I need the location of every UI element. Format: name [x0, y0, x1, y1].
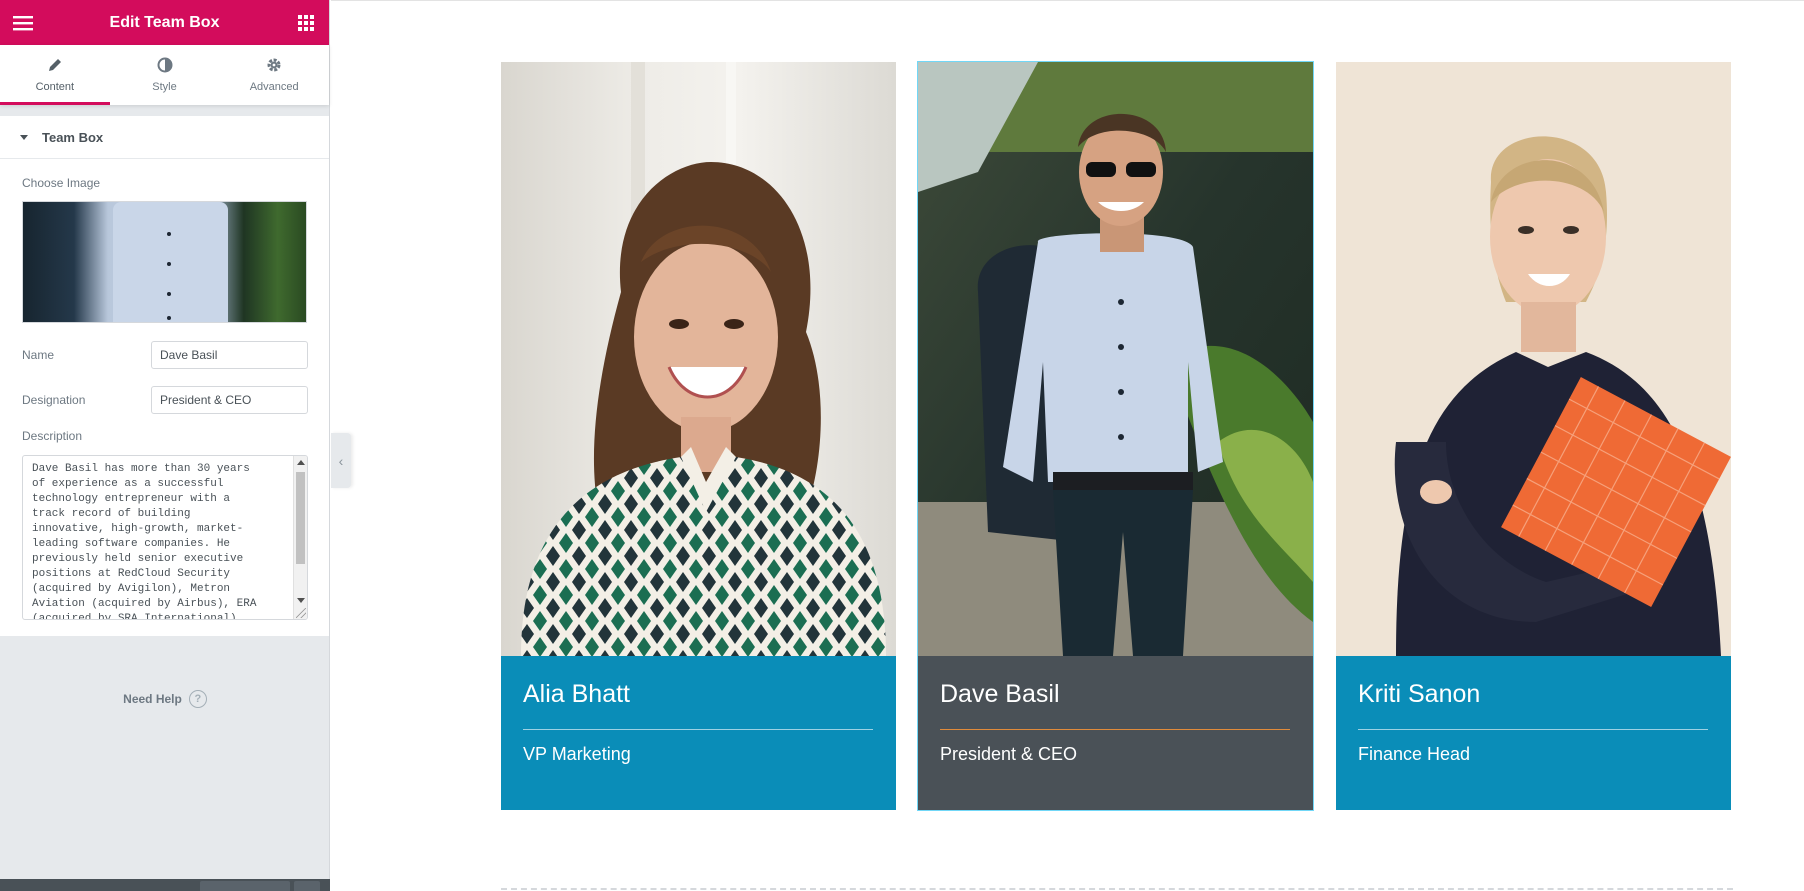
canvas-top-border: [331, 0, 1804, 1]
designation-label: Designation: [22, 393, 86, 407]
divider: [1358, 729, 1708, 730]
tab-content[interactable]: Content: [0, 45, 110, 105]
team-member-name: Kriti Sanon: [1358, 680, 1481, 708]
scroll-up-icon[interactable]: [297, 460, 305, 465]
team-member-name: Dave Basil: [940, 680, 1060, 708]
name-label: Name: [22, 348, 55, 362]
divider: [523, 729, 873, 730]
designation-field[interactable]: [151, 386, 308, 414]
team-card-selected[interactable]: Dave Basil President & CEO: [917, 61, 1314, 811]
pencil-icon: [47, 55, 63, 75]
collapse-arrow-icon: ‹: [338, 452, 344, 469]
team-photo: [918, 62, 1313, 656]
description-scrollbar[interactable]: [293, 456, 307, 619]
team-photo: [501, 62, 896, 656]
widgets-grid-icon[interactable]: [295, 12, 317, 34]
caret-down-icon: [20, 134, 28, 140]
panel-tabs: Content Style Advanced: [0, 45, 329, 105]
team-member-role: Finance Head: [1358, 744, 1471, 764]
panel-footer: [0, 879, 330, 891]
tab-advanced-label: Advanced: [249, 80, 299, 93]
description-text: Dave Basil has more than 30 years of exp…: [32, 463, 257, 620]
panel-header: Edit Team Box: [0, 0, 329, 45]
team-info: Dave Basil President & CEO: [918, 656, 1313, 810]
scroll-thumb[interactable]: [296, 472, 305, 564]
section-dashed-border: [501, 888, 1733, 890]
resize-grip-icon[interactable]: [296, 608, 306, 618]
team-photo: [1336, 62, 1731, 656]
tab-advanced[interactable]: Advanced: [219, 45, 329, 105]
hamburger-menu-icon[interactable]: [12, 12, 34, 34]
tab-content-label: Content: [35, 80, 75, 93]
description-textarea[interactable]: Dave Basil has more than 30 years of exp…: [22, 455, 308, 620]
question-icon: ?: [188, 690, 207, 708]
team-member-role: VP Marketing: [523, 744, 631, 764]
editor-app: Edit Team Box Content Style Advanced Tea…: [0, 0, 1804, 891]
name-field[interactable]: [151, 341, 308, 369]
tab-style-label: Style: [152, 80, 177, 93]
half-circle-icon: [157, 55, 173, 75]
panel-title: Edit Team Box: [109, 13, 220, 31]
team-member-role: President & CEO: [940, 744, 1078, 764]
scroll-down-icon[interactable]: [297, 598, 305, 603]
gear-icon: [266, 55, 282, 75]
section-title: Team Box: [42, 129, 104, 145]
team-box-section: Team Box Choose Image Name Designation: [0, 116, 329, 636]
team-card[interactable]: Kriti Sanon Finance Head: [1336, 62, 1731, 810]
need-help-link[interactable]: Need Help ?: [0, 690, 330, 708]
team-info: Kriti Sanon Finance Head: [1336, 656, 1731, 810]
description-label: Description: [22, 429, 83, 443]
need-help-label: Need Help: [123, 692, 182, 706]
footer-button[interactable]: [200, 881, 290, 891]
choose-image-label: Choose Image: [22, 176, 101, 190]
team-card[interactable]: Alia Bhatt VP Marketing: [501, 62, 896, 810]
designation-row: Designation: [22, 386, 308, 414]
name-row: Name: [22, 341, 308, 369]
image-chooser[interactable]: [22, 201, 307, 323]
team-member-name: Alia Bhatt: [523, 680, 631, 708]
tab-style[interactable]: Style: [110, 45, 220, 105]
editor-panel: Edit Team Box Content Style Advanced Tea…: [0, 0, 330, 891]
section-header[interactable]: Team Box: [0, 116, 329, 159]
divider: [940, 729, 1290, 730]
footer-arrow-button[interactable]: [294, 881, 320, 891]
team-info: Alia Bhatt VP Marketing: [501, 656, 896, 810]
panel-collapse-handle[interactable]: ‹: [331, 433, 351, 488]
